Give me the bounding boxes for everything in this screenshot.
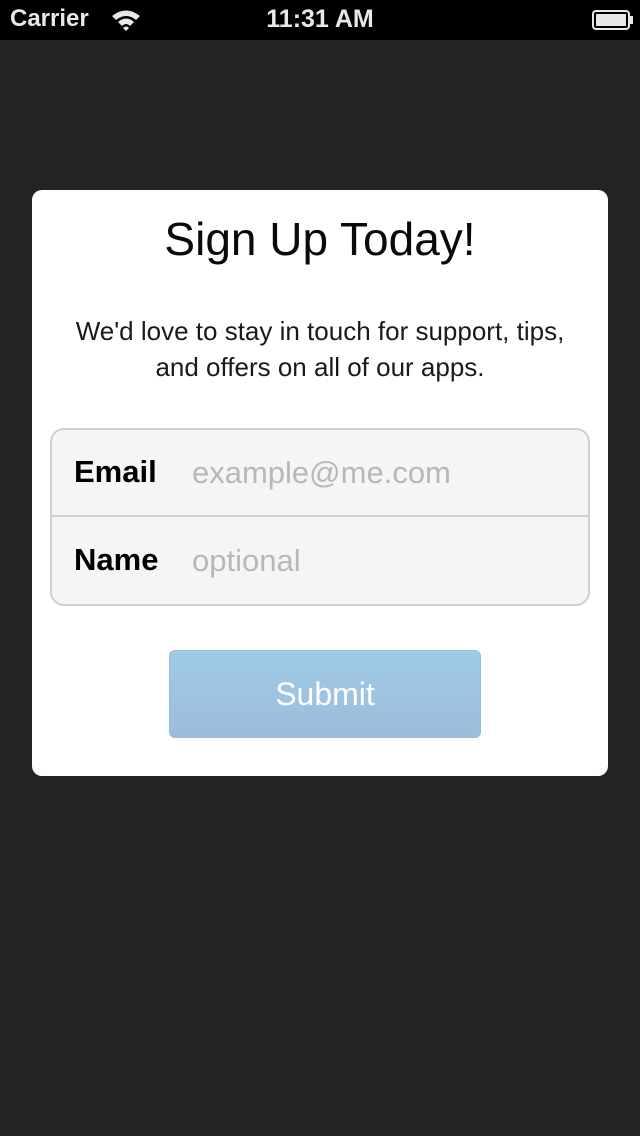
email-field[interactable] [192, 448, 572, 498]
signup-form: Email Name [50, 428, 590, 606]
email-label: Email [74, 454, 157, 489]
name-label: Name [74, 542, 159, 577]
email-row: Email [52, 430, 588, 517]
signup-title: Sign Up Today! [164, 213, 476, 265]
signup-subtitle: We'd love to stay in touch for support, … [75, 316, 565, 382]
status-time: 11:31 AM [266, 5, 374, 33]
status-bar: Carrier 11:31 AM [0, 0, 640, 40]
name-field[interactable] [192, 536, 572, 586]
name-row: Name [52, 518, 588, 604]
submit-button[interactable]: Submit [169, 650, 481, 738]
battery-icon [592, 10, 633, 30]
